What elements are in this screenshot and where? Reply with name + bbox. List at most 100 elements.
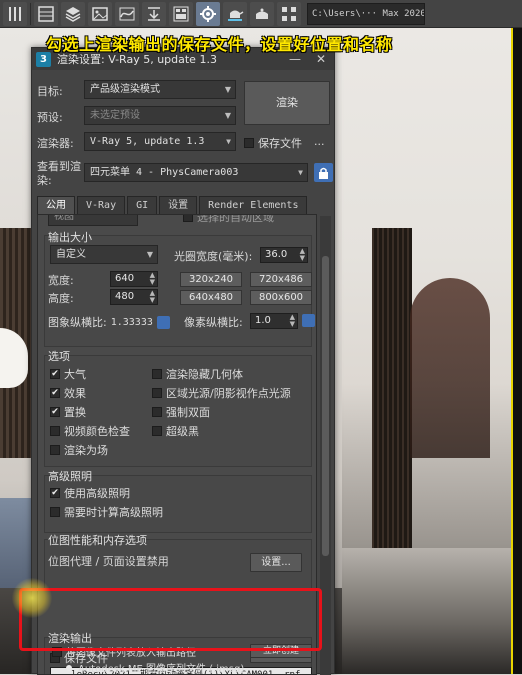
use-advanced-lighting-checkbox[interactable]: ✔: [50, 488, 60, 498]
workspace-path-field[interactable]: C:\Users\··· Max 2020: [307, 2, 425, 25]
height-value: 480: [115, 291, 135, 302]
option-super-black[interactable]: 超级黑: [152, 423, 199, 439]
image-aspect-label: 图象纵横比:: [48, 316, 107, 329]
pixel-aspect-row: 像素纵横比:: [184, 314, 243, 330]
spinner-arrows-icon[interactable]: ▲ ▼: [150, 272, 155, 286]
image-icon[interactable]: [88, 1, 112, 26]
tab-settings[interactable]: 设置: [159, 196, 198, 214]
image-aspect-value[interactable]: 1.33333: [111, 317, 153, 328]
save-file-browse-button[interactable]: ...: [314, 135, 325, 148]
lock-pixel-aspect-icon[interactable]: [302, 314, 315, 327]
output-preset-value: 自定义: [56, 249, 86, 260]
displacement-checkbox[interactable]: ✔: [50, 407, 60, 417]
render-fields-checkbox[interactable]: [50, 445, 60, 455]
preset-720x486-button[interactable]: 720x486: [250, 272, 312, 287]
option-render-fields[interactable]: 渲染为场: [50, 442, 108, 458]
highlight-annotation: [19, 588, 322, 651]
preset-dropdown[interactable]: 未选定预设 ▼: [84, 106, 236, 125]
chevron-down-icon: ▼: [224, 111, 231, 120]
bitmap-setup-button[interactable]: 设置...: [250, 553, 302, 572]
aperture-label: 光圈宽度(毫米):: [174, 250, 253, 263]
renderer-value: V-Ray 5, update 1.3: [90, 136, 205, 147]
option-autodesk-imsq[interactable]: Autodesk ME 图像序列文件 (.imsq): [66, 660, 244, 675]
auto-region-option[interactable]: 选择的自动区域: [183, 214, 274, 225]
video-color-label: 视频颜色检查: [64, 425, 130, 438]
scrollbar-thumb[interactable]: [322, 256, 329, 556]
grid-icon[interactable]: [277, 1, 301, 26]
option-render-hidden[interactable]: 渲染隐藏几何体: [152, 366, 243, 382]
area-lights-checkbox[interactable]: [152, 388, 162, 398]
tutorial-caption: 勾选上渲染输出的保存文件，设置好位置和名称: [46, 35, 393, 54]
output-size-title: 输出大小: [48, 231, 92, 244]
target-label: 目标:: [37, 85, 63, 98]
cursor-highlight: [12, 578, 52, 618]
auto-region-checkbox[interactable]: [183, 215, 193, 222]
preset-800x600-button[interactable]: 800x600: [250, 290, 312, 305]
compute-advanced-lighting-label: 需要时计算高级照明: [64, 506, 163, 519]
super-black-checkbox[interactable]: [152, 426, 162, 436]
tab-common[interactable]: 公用: [37, 196, 75, 214]
render-hidden-checkbox[interactable]: [152, 369, 162, 379]
bars-icon[interactable]: [3, 1, 27, 26]
target-value: 产品级渲染模式: [90, 84, 160, 95]
tab-gi[interactable]: GI: [127, 196, 158, 214]
autodesk-imsq-label: Autodesk ME 图像序列文件 (.imsq): [78, 664, 245, 675]
dark-object-decor: [410, 278, 490, 458]
width-spinner[interactable]: 640 ▲ ▼: [110, 271, 158, 287]
bed-decor: [342, 548, 512, 674]
render-active-icon[interactable]: [250, 1, 274, 26]
tab-vray[interactable]: V-Ray: [77, 196, 126, 214]
option-effects[interactable]: ✔ 效果: [50, 385, 86, 401]
render-frame-icon[interactable]: [34, 1, 58, 26]
height-label: 高度:: [48, 292, 74, 305]
atmosphere-checkbox[interactable]: ✔: [50, 369, 60, 379]
layers-icon[interactable]: [61, 1, 85, 26]
target-dropdown[interactable]: 产品级渲染模式 ▼: [84, 80, 236, 99]
effects-label: 效果: [64, 387, 86, 400]
auto-region-label: 选择的自动区域: [197, 214, 274, 224]
aperture-spinner[interactable]: 36.0 ▲ ▼: [260, 247, 308, 263]
render-setup-icon[interactable]: [196, 1, 220, 26]
option-compute-advanced-lighting[interactable]: 需要时计算高级照明: [50, 504, 163, 520]
view-to-render-label-line2: 染:: [37, 174, 52, 187]
option-force-2sided[interactable]: 强制双面: [152, 404, 210, 420]
height-spinner[interactable]: 480 ▲ ▼: [110, 289, 158, 305]
force-2sided-checkbox[interactable]: [152, 407, 162, 417]
option-video-color[interactable]: 视频颜色检查: [50, 423, 130, 439]
effects-checkbox[interactable]: ✔: [50, 388, 60, 398]
spinner-arrows-icon[interactable]: ▲ ▼: [300, 248, 305, 262]
lock-view-icon[interactable]: [314, 163, 333, 182]
spinner-arrows-icon[interactable]: ▲ ▼: [290, 314, 295, 328]
preset-label: 预设:: [37, 111, 63, 124]
download-icon[interactable]: [142, 1, 166, 26]
option-use-advanced-lighting[interactable]: ✔ 使用高级照明: [50, 485, 130, 501]
render-fields-label: 渲染为场: [64, 444, 108, 457]
option-area-lights[interactable]: 区域光源/阴影视作点光源: [152, 385, 291, 401]
save-file-top-option[interactable]: 保存文件: [244, 135, 302, 151]
curve-editor-icon[interactable]: [115, 1, 139, 26]
tab-render-elements[interactable]: Render Elements: [199, 196, 308, 214]
render-hidden-label: 渲染隐藏几何体: [166, 368, 243, 381]
viewport-icon[interactable]: [169, 1, 193, 26]
render-button[interactable]: 渲染: [244, 81, 330, 125]
option-displacement[interactable]: ✔ 置换: [50, 404, 86, 420]
preset-640x480-button[interactable]: 640x480: [180, 290, 242, 305]
renderer-dropdown[interactable]: V-Ray 5, update 1.3 ▼: [84, 132, 236, 151]
view-to-render-dropdown[interactable]: 四元菜单 4 - PhysCamera003 ▼: [84, 163, 308, 182]
output-preset-dropdown[interactable]: 自定义 ▼: [50, 245, 158, 264]
save-file-top-checkbox[interactable]: [244, 138, 254, 148]
area-dropdown[interactable]: 视图: [48, 215, 138, 226]
compute-advanced-lighting-checkbox[interactable]: [50, 507, 60, 517]
option-atmosphere[interactable]: ✔ 大气: [50, 366, 86, 382]
save-file-top-label: 保存文件: [258, 137, 302, 150]
use-advanced-lighting-label: 使用高级照明: [64, 487, 130, 500]
width-value: 640: [115, 273, 135, 284]
preset-320x240-button[interactable]: 320x240: [180, 272, 242, 287]
autodesk-imsq-radio[interactable]: [66, 664, 72, 671]
lock-aspect-icon[interactable]: [156, 315, 170, 329]
spinner-arrows-icon[interactable]: ▲ ▼: [150, 290, 155, 304]
pixel-aspect-spinner[interactable]: 1.0 ▲ ▼: [250, 313, 298, 329]
options-title: 选项: [48, 350, 70, 363]
render-teapot-icon[interactable]: [223, 1, 247, 26]
video-color-checkbox[interactable]: [50, 426, 60, 436]
